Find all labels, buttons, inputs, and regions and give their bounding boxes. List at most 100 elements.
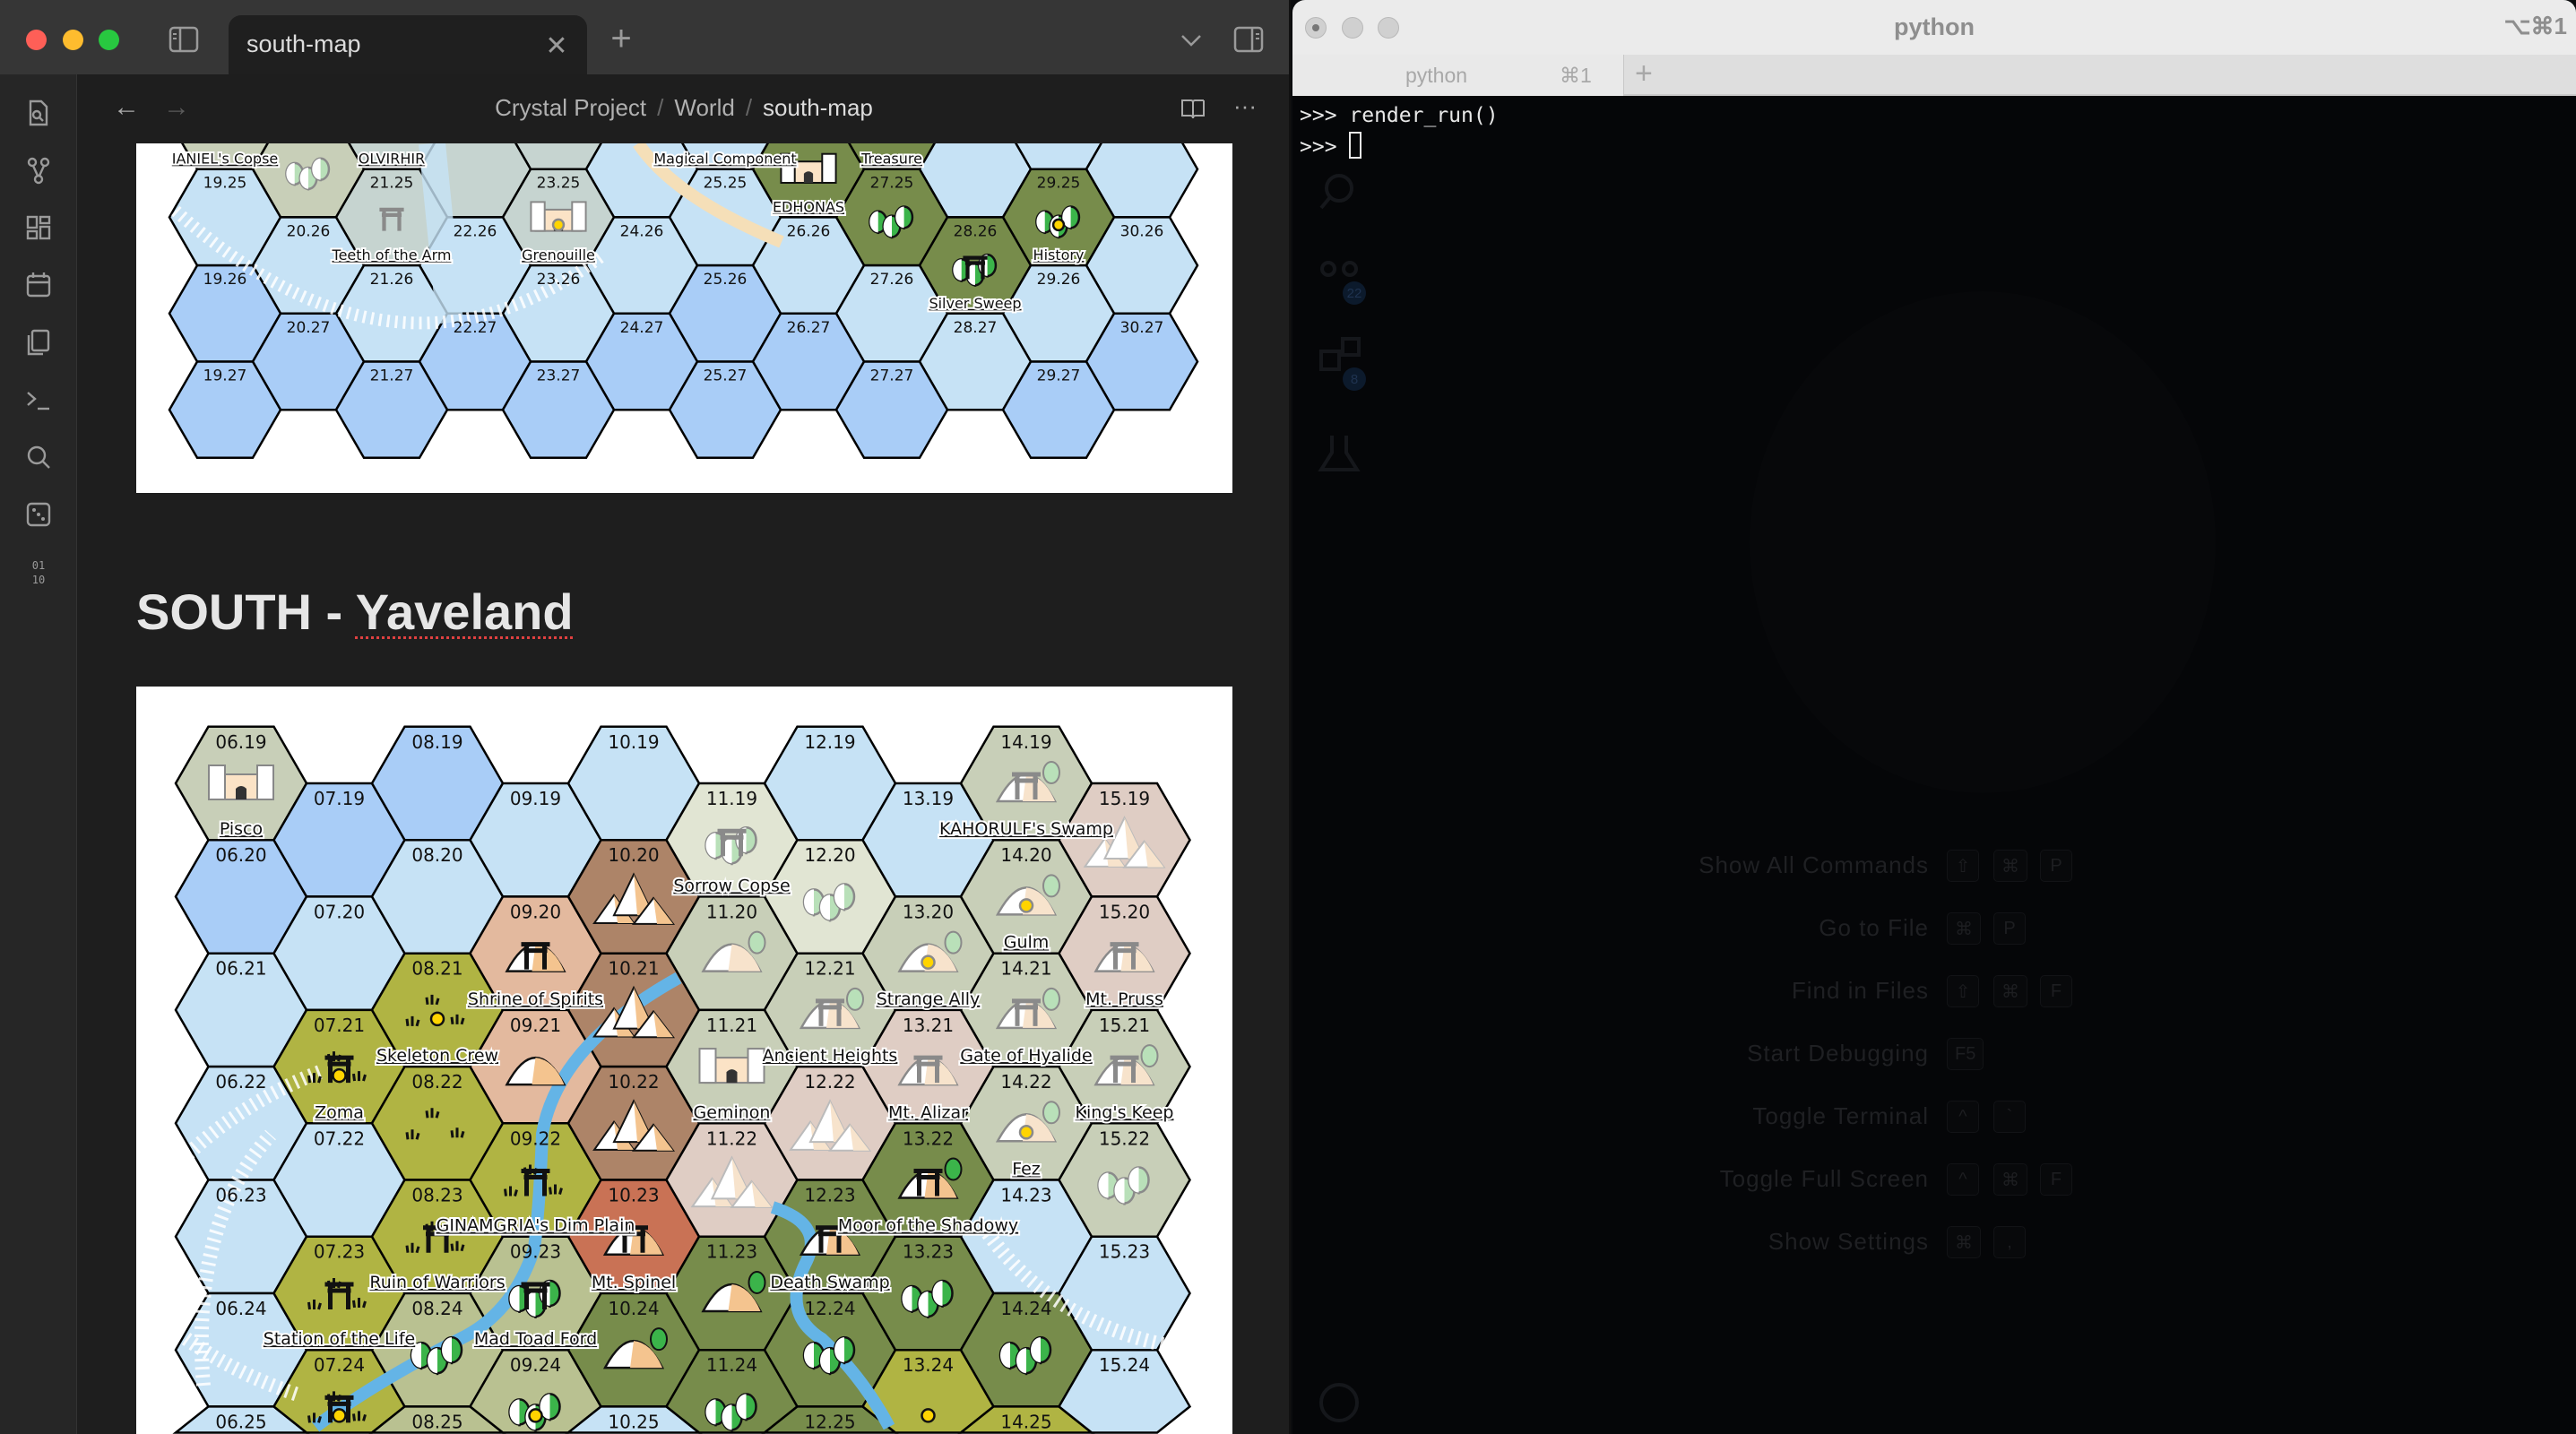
hex-id-label: 10.24 (608, 1298, 659, 1319)
dot-icon (1018, 898, 1034, 913)
tree-icon (1042, 874, 1060, 898)
hex-id-label: 15.19 (1099, 788, 1150, 809)
place-name-label: Geminon (694, 1102, 771, 1122)
more-options-icon[interactable]: ··· (1230, 91, 1260, 121)
tree-icon (944, 930, 963, 955)
hex-id-label: 10.21 (608, 958, 659, 980)
right-sidebar-toggle-icon[interactable] (1232, 25, 1266, 54)
tree-icon (1042, 1101, 1060, 1125)
templates-icon[interactable] (22, 326, 55, 358)
dot-icon (332, 1408, 347, 1423)
hex-id-label: 10.22 (608, 1071, 659, 1093)
shortcut-key: ⌘ (1947, 912, 1981, 945)
hex-id-label: 21.25 (370, 175, 414, 193)
hex-id-label: 06.25 (215, 1411, 266, 1432)
welcome-command-label: Find in Files (1791, 977, 1929, 1004)
tree-icon (1042, 761, 1060, 784)
place-name-label: King's Keep (1076, 1102, 1174, 1122)
hex-id-label: 28.27 (954, 319, 998, 337)
new-tab-icon[interactable]: + (606, 19, 636, 58)
place-name-label: Shrine of Spirits (468, 989, 603, 1009)
minimize-window-button[interactable] (63, 30, 83, 50)
place-name-label: Treasure (860, 151, 922, 168)
hex-id-label: 09.22 (510, 1127, 561, 1149)
hex-content: 21.26 (370, 271, 414, 289)
hex-content: 29.26 (1037, 271, 1081, 289)
hex-id-label: 08.24 (411, 1298, 462, 1319)
hex-id-label: 29.25 (1037, 175, 1081, 193)
hex-id-label: 29.27 (1037, 367, 1081, 384)
reading-view-book-icon[interactable] (1178, 94, 1208, 125)
hex-id-label: 25.27 (704, 367, 748, 384)
hex-content: 19.27 (203, 367, 247, 384)
hex-id-label: 14.21 (1000, 958, 1051, 980)
dot-icon (332, 1067, 347, 1084)
hex-content: 22.26 (454, 222, 497, 240)
hex-id-label: 06.23 (215, 1185, 266, 1206)
hex-id-label: 09.19 (510, 788, 561, 809)
hex-id-label: 22.27 (454, 319, 497, 337)
hex-id-label: 15.24 (1099, 1354, 1150, 1376)
shortcut-key: P (1993, 912, 2026, 945)
background-editor-ghost: 22 8 Show All Commands ⇧ ⌘ P Go to File ⌘ P Fin… (1301, 99, 2576, 1434)
hex-id-label: 09.21 (510, 1015, 561, 1036)
hex-content: 25.26 (704, 271, 748, 289)
shortcut-key: , (1993, 1226, 2026, 1258)
search-icon[interactable] (22, 441, 55, 473)
place-name-label: KAHORULF's Swamp (939, 819, 1113, 839)
hex-id-label: 13.22 (903, 1127, 954, 1149)
tree-icon (748, 930, 766, 955)
terminal-tab-bar: python ⌘1 + (1292, 55, 2576, 96)
terminal-prompt-line[interactable]: >>> (1300, 132, 1499, 163)
tree-icon (748, 1270, 766, 1294)
hex-id-label: 20.27 (287, 319, 331, 337)
hex-content: 06.20 (215, 844, 266, 866)
tab-list-chevron-icon[interactable] (1176, 25, 1206, 56)
tab-python[interactable]: python ⌘1 (1292, 55, 1624, 96)
left-ribbon: 01 10 (0, 74, 77, 1434)
place-name-label: Station of the Life (264, 1329, 415, 1349)
quick-switcher-icon[interactable] (22, 97, 55, 129)
hex-id-label: 08.25 (411, 1411, 462, 1432)
south-map-image: 06.19 06.20 06.21 06.22 06.23 06.24 06.25 07.19… (136, 687, 1232, 1434)
place-name-label: Zoma (315, 1102, 364, 1122)
hex-id-label: 23.25 (537, 175, 581, 193)
hex-content: 12.25 (804, 1411, 855, 1432)
hex-id-label: 10.19 (608, 731, 659, 753)
place-name-label: Mt. Alizar (888, 1102, 968, 1122)
place-name-label: Strange Ally (877, 989, 981, 1009)
hex-content: 06.22 (215, 1071, 266, 1093)
hex-id-label: 14.23 (1000, 1185, 1051, 1206)
breadcrumb-item[interactable]: Crystal Project (495, 94, 646, 121)
binary-icon[interactable]: 01 10 (22, 556, 55, 588)
hex-content: 24.25 (620, 143, 664, 144)
place-name-label: Ruin of Warriors (369, 1273, 505, 1292)
random-note-icon[interactable] (22, 498, 55, 531)
hex-id-label: 27.26 (870, 271, 914, 289)
graph-view-icon[interactable] (22, 154, 55, 186)
tab-south-map[interactable]: south-map ✕ (229, 15, 587, 74)
welcome-command-label: Toggle Terminal (1752, 1102, 1929, 1129)
hex-id-label: 20.25 (287, 143, 331, 144)
terminal-window-title: python (1894, 13, 1975, 40)
hex-id-label: 12.21 (804, 958, 855, 980)
shortcut-key: ⇧ (1947, 975, 1979, 1007)
daily-note-icon[interactable] (22, 269, 55, 301)
command-palette-icon[interactable] (22, 384, 55, 416)
dot-icon (528, 1408, 543, 1423)
hex-id-label: 09.24 (510, 1354, 561, 1376)
hex-id-label: 15.20 (1099, 901, 1150, 922)
new-tab-icon[interactable]: + (1635, 56, 1653, 91)
hex-id-label: 12.23 (804, 1185, 855, 1206)
terminal-output[interactable]: >>> render_run() >>> (1300, 100, 1499, 163)
hex-content: 30.26 (1120, 222, 1164, 240)
hex-id-label: 06.24 (215, 1298, 266, 1319)
terminal-line: >>> render_run() (1300, 104, 1499, 127)
breadcrumb-current[interactable]: south-map (763, 94, 873, 121)
zoom-window-button[interactable] (99, 30, 119, 50)
close-window-button[interactable] (26, 30, 47, 50)
close-tab-icon[interactable]: ✕ (542, 31, 571, 61)
breadcrumb-item[interactable]: World (674, 94, 734, 121)
canvas-icon[interactable] (22, 212, 55, 244)
left-sidebar-toggle-icon[interactable] (167, 25, 201, 54)
